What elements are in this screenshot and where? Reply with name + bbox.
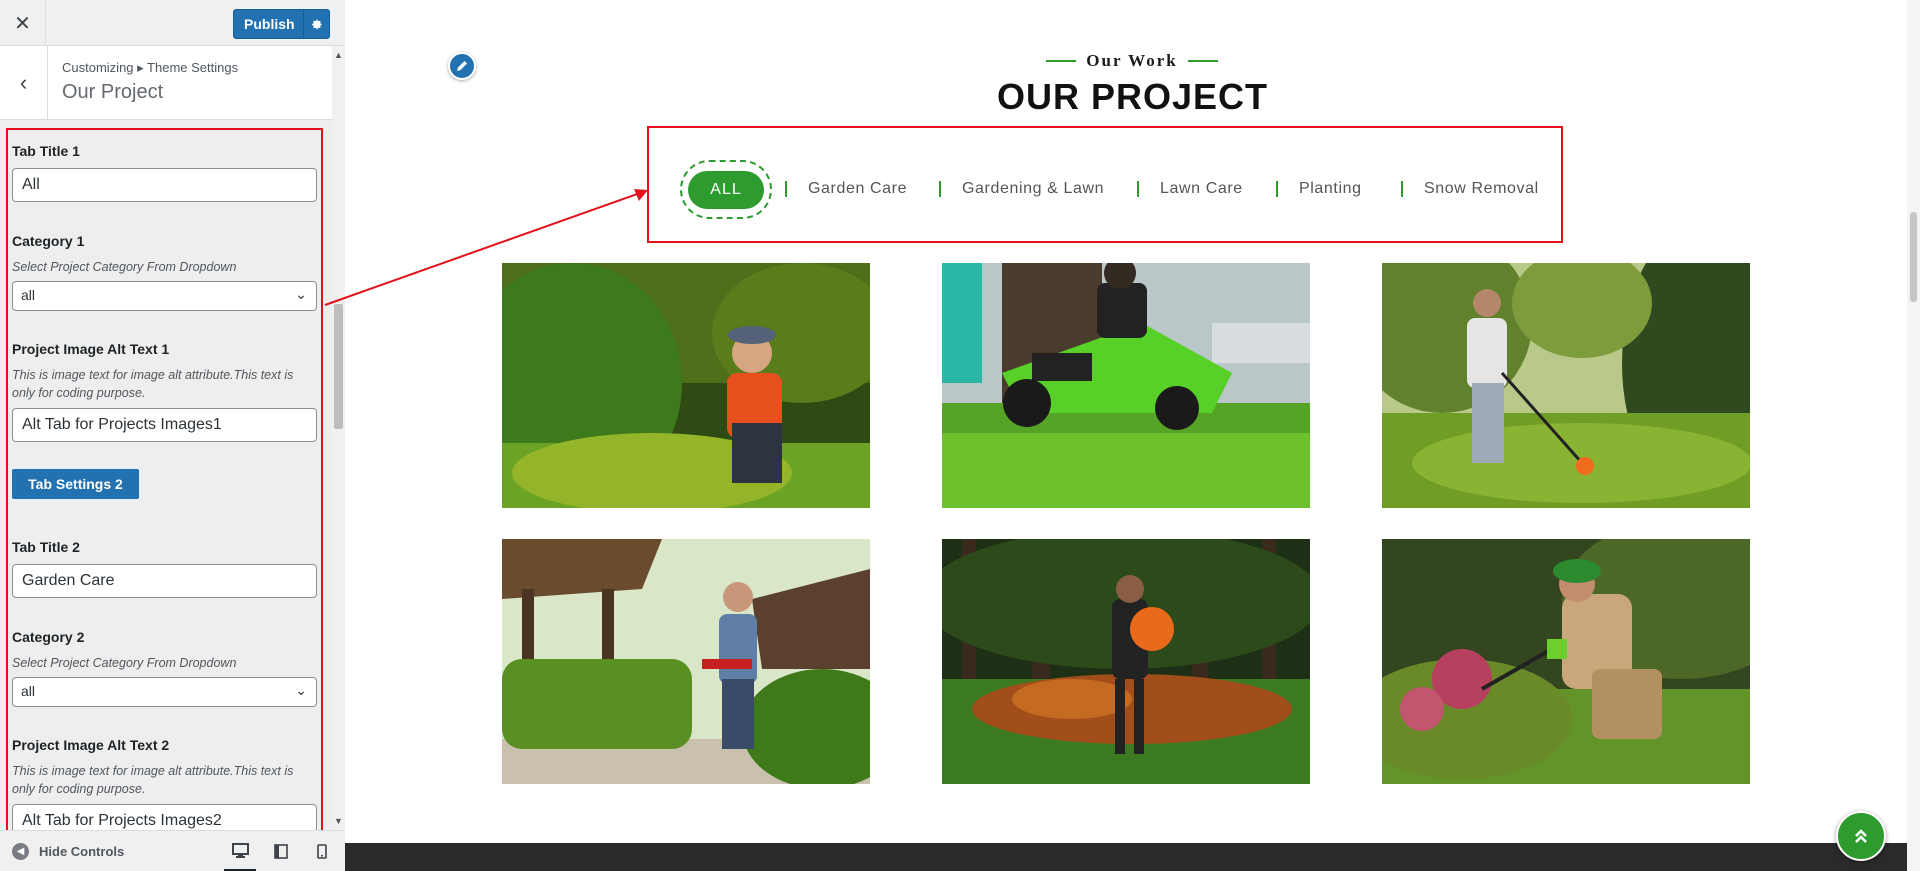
leaf-blower-worker-photo [942, 539, 1310, 784]
project-image-4[interactable] [502, 539, 870, 784]
category-1-value: all [21, 287, 36, 303]
publish-button[interactable]: Publish [233, 9, 330, 39]
project-image-5[interactable] [942, 539, 1310, 784]
project-image-1[interactable] [502, 263, 870, 508]
breadcrumb: Customizing ▸ Theme Settings [62, 60, 239, 75]
category-2-value: all [21, 683, 36, 699]
category-1-label: Category 1 [12, 233, 85, 249]
double-chevron-up-icon [1855, 829, 1867, 843]
chevron-down-icon: ⌄ [295, 682, 307, 698]
gardener-trimming-hedge-photo [502, 263, 870, 508]
pencil-icon [457, 61, 467, 71]
site-preview: Our Work OUR PROJECT ALL Garden Care Gar… [345, 0, 1920, 871]
tab-all[interactable]: ALL [688, 171, 764, 209]
gear-icon[interactable] [302, 10, 329, 38]
tablet-icon [274, 844, 288, 859]
alt-text-1-description: This is image text for image alt attribu… [12, 368, 294, 400]
desktop-preview-button[interactable] [224, 831, 256, 871]
riding-lawn-mower-photo [942, 263, 1310, 508]
category-2-select[interactable]: all ⌄ [12, 677, 317, 707]
preview-scrollbar[interactable] [1907, 0, 1920, 871]
alt-text-1-input[interactable]: Alt Tab for Projects Images1 [12, 408, 317, 442]
tab-separator [1137, 181, 1139, 197]
alt-text-2-label: Project Image Alt Text 2 [12, 737, 170, 753]
alt-text-2-input[interactable]: Alt Tab for Projects Images2 [12, 804, 317, 830]
tab-title-2-label: Tab Title 2 [12, 539, 80, 555]
kicker-dash-left [1046, 60, 1077, 62]
tab-garden-care[interactable]: Garden Care [808, 180, 907, 198]
publish-label: Publish [244, 16, 295, 32]
tab-gardening-lawn[interactable]: Gardening & Lawn [962, 180, 1104, 198]
kicker-text: Our Work [1086, 51, 1178, 70]
category-1-select[interactable]: all ⌄ [12, 281, 317, 311]
tab-settings-2-button[interactable]: Tab Settings 2 [12, 469, 139, 499]
section-title: Our Project [62, 81, 164, 103]
chevron-left-icon: ‹ [19, 70, 28, 95]
man-with-hedge-trimmer-photo [502, 539, 870, 784]
project-image-2[interactable] [942, 263, 1310, 508]
tab-separator [785, 181, 787, 197]
scroll-to-top-button[interactable] [1836, 811, 1886, 861]
close-customizer-button[interactable]: ✕ [0, 0, 46, 46]
tab-separator [1276, 181, 1278, 197]
next-section-strip [345, 843, 1920, 871]
close-icon: ✕ [14, 12, 31, 35]
category-1-description: Select Project Category From Dropdown [12, 260, 237, 274]
tab-separator [939, 181, 941, 197]
panel-scrollbar[interactable]: ▲ ▼ [332, 46, 345, 830]
edit-shortcut-button[interactable] [448, 52, 476, 80]
customizer-footer: ◀ Hide Controls [0, 830, 345, 871]
tab-title-2-input[interactable]: Garden Care [12, 564, 317, 598]
customizer-topbar: ✕ Publish [0, 0, 345, 46]
customizer-panel: ✕ Publish ‹ Customizing ▸ Theme Settings… [0, 0, 345, 871]
hide-controls-label: Hide Controls [39, 844, 125, 859]
customizer-screen: ✕ Publish ‹ Customizing ▸ Theme Settings… [0, 0, 1920, 871]
category-2-description: Select Project Category From Dropdown [12, 656, 237, 670]
scroll-down-icon[interactable]: ▼ [334, 816, 343, 826]
gardener-pruning-bushes-photo [1382, 539, 1750, 784]
tab-title-1-input[interactable]: All [12, 168, 317, 202]
project-image-3[interactable] [1382, 263, 1750, 508]
tab-title-1-label: Tab Title 1 [12, 143, 80, 159]
preview-scrollbar-thumb[interactable] [1910, 212, 1917, 302]
tab-planting[interactable]: Planting [1299, 180, 1362, 198]
project-image-6[interactable] [1382, 539, 1750, 784]
tab-separator [1401, 181, 1403, 197]
man-with-string-trimmer-photo [1382, 263, 1750, 508]
panel-scrollbar-thumb[interactable] [334, 304, 343, 429]
collapse-arrow-icon: ◀ [12, 843, 29, 860]
hide-controls-button[interactable]: ◀ Hide Controls [12, 843, 124, 860]
back-button[interactable]: ‹ [0, 46, 48, 120]
alt-text-1-label: Project Image Alt Text 1 [12, 341, 170, 357]
tablet-preview-button[interactable] [265, 831, 297, 871]
controls-scroll-area: Tab Title 1 All Category 1 Select Projec… [0, 120, 332, 830]
kicker-dash-right [1187, 60, 1218, 62]
section-header: ‹ Customizing ▸ Theme Settings Our Proje… [0, 46, 332, 120]
alt-text-2-description: This is image text for image alt attribu… [12, 764, 294, 796]
scroll-up-icon[interactable]: ▲ [334, 50, 343, 60]
section-heading: OUR PROJECT [996, 76, 1269, 117]
chevron-down-icon: ⌄ [295, 286, 307, 302]
tab-snow-removal[interactable]: Snow Removal [1424, 180, 1539, 198]
category-2-label: Category 2 [12, 629, 85, 645]
section-kicker: Our Work [1038, 51, 1226, 71]
tab-lawn-care[interactable]: Lawn Care [1160, 180, 1243, 198]
mobile-icon [317, 844, 327, 859]
desktop-icon [231, 842, 249, 858]
mobile-preview-button[interactable] [306, 831, 338, 871]
